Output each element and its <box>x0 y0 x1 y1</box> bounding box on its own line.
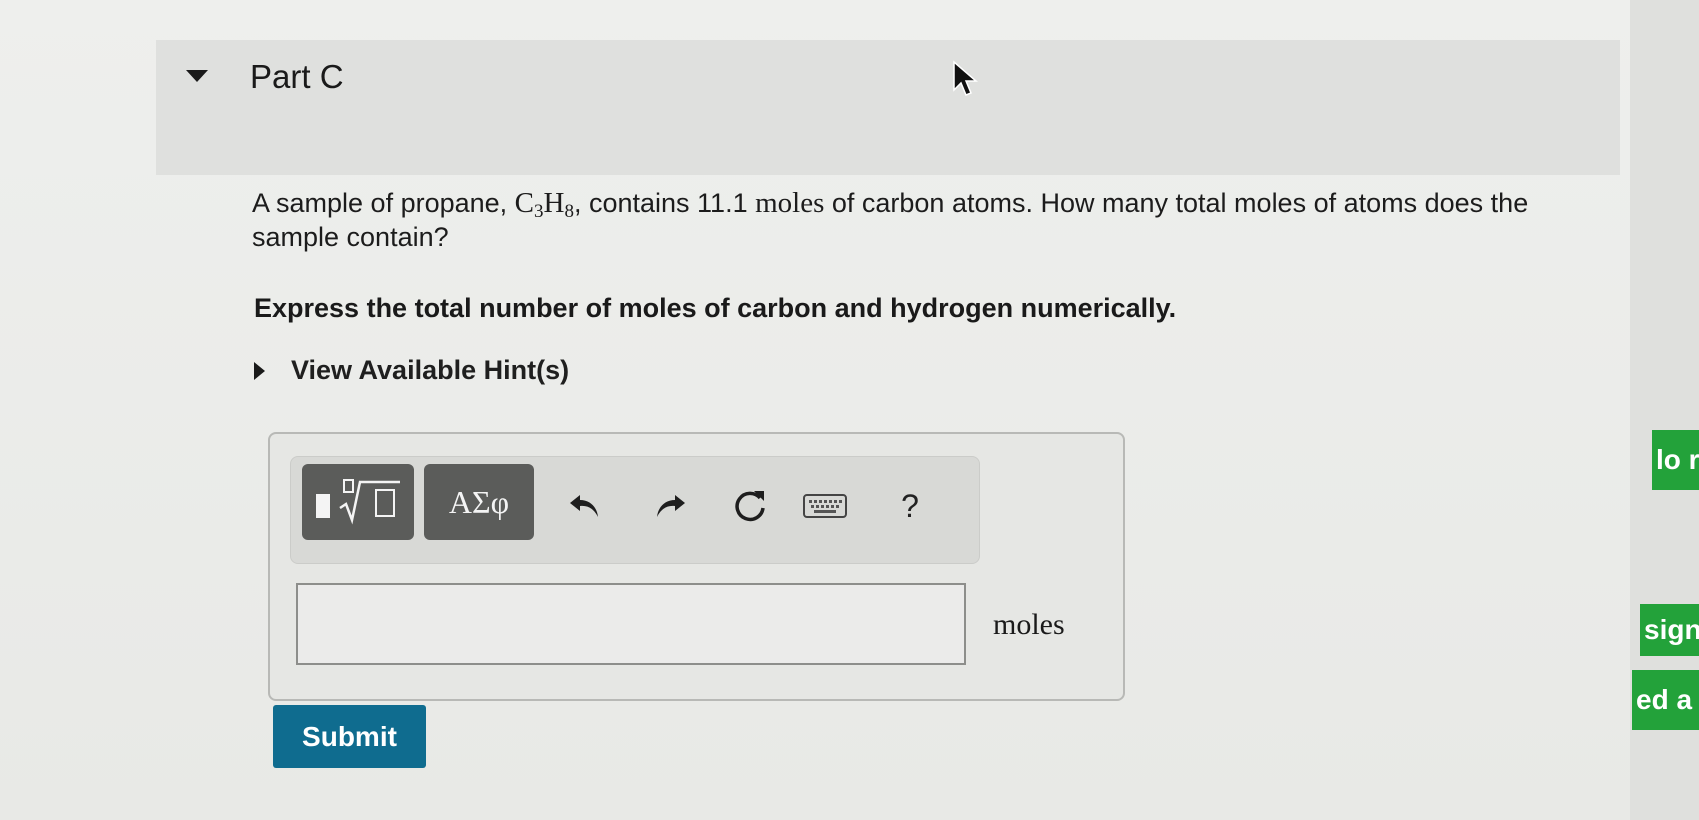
keyboard-icon[interactable] <box>800 484 850 528</box>
part-header[interactable] <box>156 40 1620 175</box>
redo-icon[interactable] <box>648 484 692 528</box>
side-tab-3[interactable]: ed a l <box>1632 670 1699 730</box>
question-part-1: A sample of propane, <box>252 188 515 218</box>
expand-arrow-icon[interactable] <box>254 361 265 380</box>
formula-hydrogen: H <box>543 187 565 219</box>
formula-carbon-subscript: 3 <box>534 201 544 222</box>
question-moles-word: moles <box>755 187 825 219</box>
question-part-2: , contains 11.1 <box>573 188 756 218</box>
formula-propane: C3H8 <box>514 187 574 222</box>
formula-hydrogen-subscript: 8 <box>564 201 574 222</box>
page: Part C A sample of propane, C3H8, contai… <box>0 0 1699 820</box>
submit-button[interactable]: Submit <box>273 705 426 768</box>
view-hints-toggle[interactable]: View Available Hint(s) <box>254 355 569 386</box>
templates-icon <box>316 479 400 525</box>
mouse-cursor-icon <box>953 60 979 96</box>
answer-input[interactable] <box>296 583 966 665</box>
formula-carbon: C <box>514 187 535 219</box>
help-icon[interactable]: ? <box>888 484 932 528</box>
instruction-text: Express the total number of moles of car… <box>254 293 1177 323</box>
templates-button[interactable] <box>302 464 414 540</box>
question-text: A sample of propane, C3H8, contains 11.1… <box>252 186 1582 254</box>
unit-label: moles <box>993 608 1065 641</box>
symbols-button[interactable]: ΑΣφ <box>424 464 534 540</box>
side-tab-1[interactable]: lo r <box>1652 430 1699 490</box>
part-title[interactable]: Part C <box>250 58 344 96</box>
side-tab-2[interactable]: sign <box>1640 604 1699 656</box>
reset-icon[interactable] <box>728 484 772 528</box>
undo-icon[interactable] <box>563 484 607 528</box>
view-hints-label[interactable]: View Available Hint(s) <box>291 355 569 386</box>
collapse-arrow-icon[interactable] <box>186 70 208 82</box>
